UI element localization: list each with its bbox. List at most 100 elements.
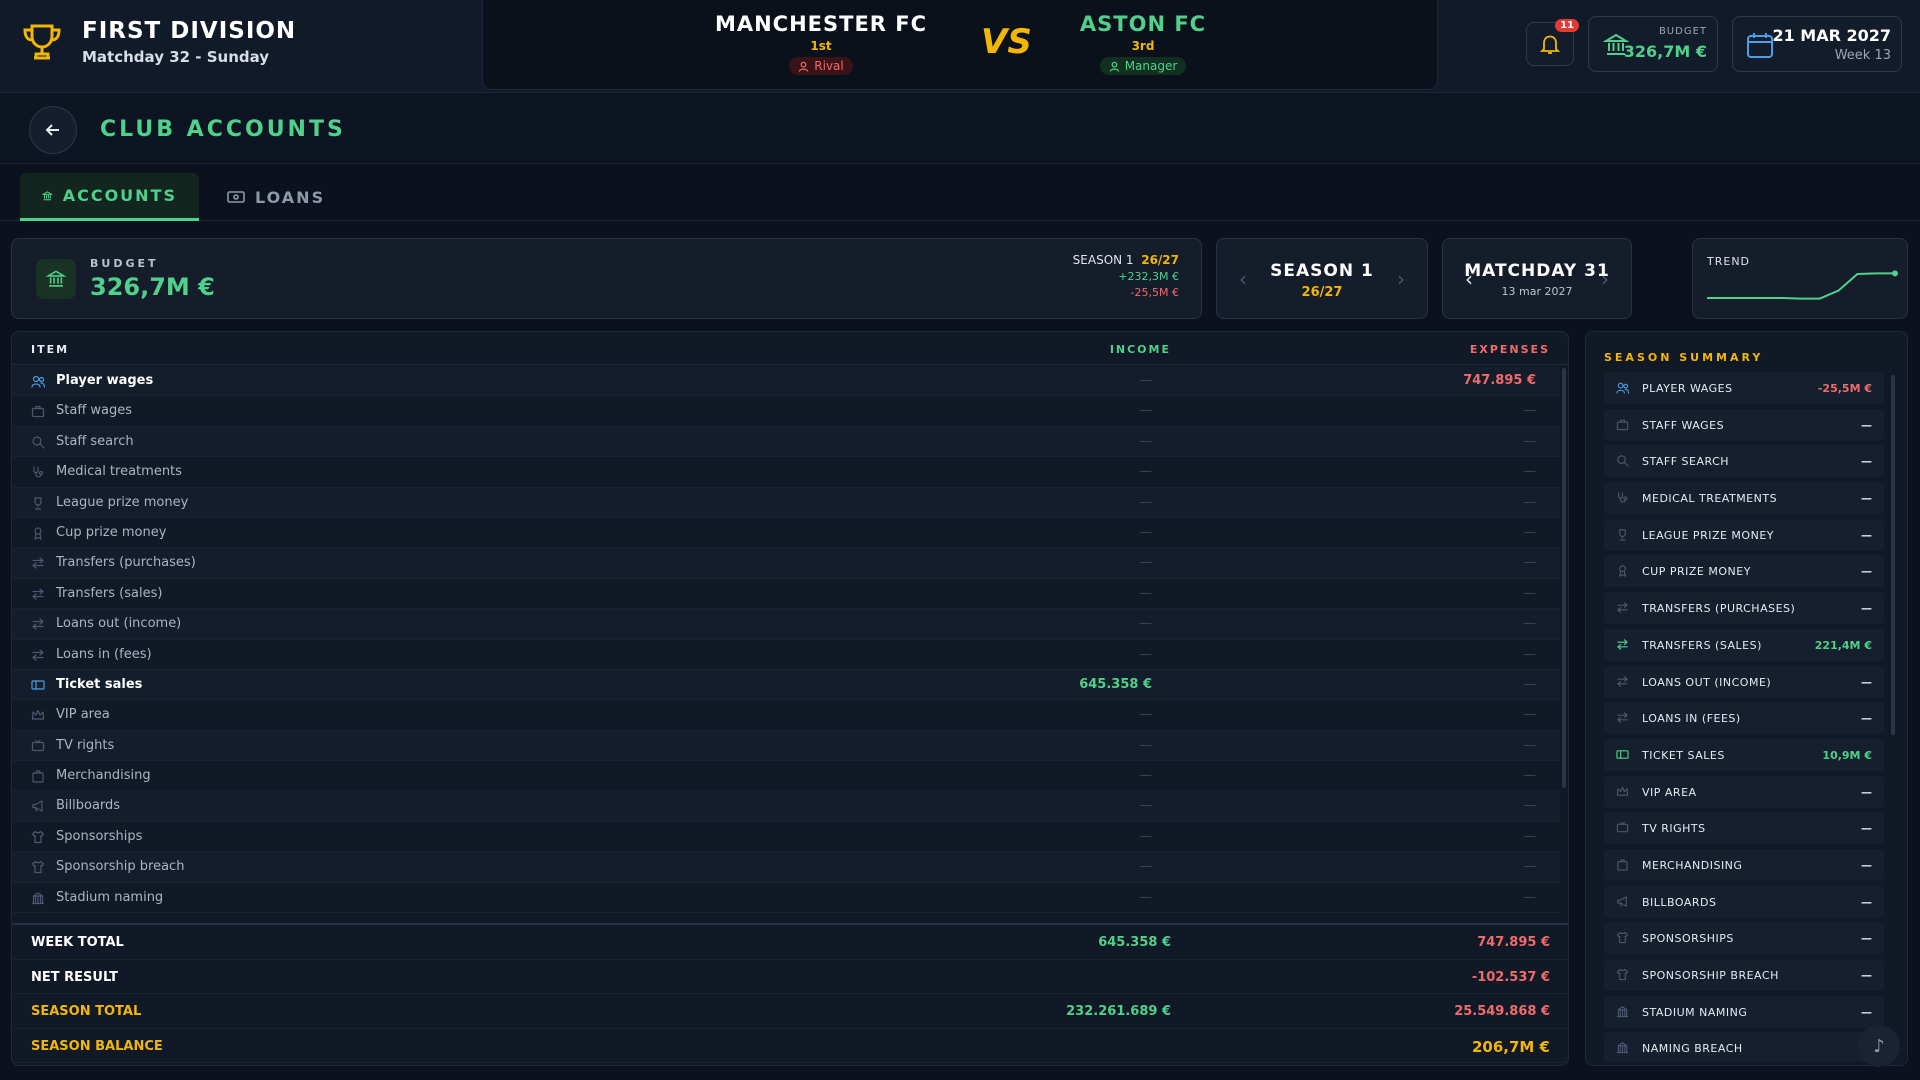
- calendar-button[interactable]: 21 MAR 2027 Week 13: [1732, 16, 1902, 72]
- season-income-total: +232,3M €: [1118, 270, 1179, 283]
- table-row[interactable]: Merchandising — —: [12, 761, 1560, 792]
- trophy-icon: [23, 24, 61, 60]
- top-bar: FIRST DIVISION Matchday 32 - Sunday MANC…: [0, 0, 1920, 93]
- summary-item[interactable]: STAFF SEARCH —: [1604, 445, 1884, 478]
- summary-item[interactable]: MEDICAL TREATMENTS —: [1604, 482, 1884, 515]
- table-row[interactable]: Medical treatments — —: [12, 457, 1560, 488]
- arrows-icon: [1616, 711, 1629, 724]
- music-toggle-button[interactable]: ♪: [1858, 1025, 1900, 1067]
- row-income: —: [1139, 433, 1152, 449]
- summary-item-value: —: [1861, 858, 1872, 872]
- trend-card: TREND: [1692, 238, 1908, 319]
- arrows-icon: [31, 617, 45, 631]
- trophy-icon: [1616, 528, 1629, 541]
- table-row[interactable]: Player wages — 747.895 €: [12, 366, 1560, 397]
- summary-item[interactable]: TICKET SALES 10,9M €: [1604, 738, 1884, 771]
- summary-item[interactable]: SPONSORSHIPS —: [1604, 922, 1884, 955]
- summary-item[interactable]: TV RIGHTS —: [1604, 812, 1884, 845]
- summary-item-value: —: [1861, 455, 1872, 469]
- table-row[interactable]: Loans out (income) — —: [12, 609, 1560, 640]
- table-row[interactable]: Staff search — —: [12, 426, 1560, 458]
- column-expenses: EXPENSES: [1469, 343, 1550, 356]
- table-row[interactable]: Stadium naming — —: [12, 883, 1560, 914]
- header-budget[interactable]: BUDGET 326,7M €: [1588, 16, 1718, 72]
- summary-item[interactable]: LOANS OUT (INCOME) —: [1604, 665, 1884, 698]
- row-expenses: —: [1523, 737, 1536, 753]
- tab-accounts[interactable]: ACCOUNTS: [20, 173, 199, 221]
- summary-item[interactable]: STADIUM NAMING —: [1604, 995, 1884, 1028]
- summary-item[interactable]: MERCHANDISING —: [1604, 848, 1884, 881]
- notifications-button[interactable]: 11: [1526, 19, 1579, 66]
- season-summary-list[interactable]: PLAYER WAGES -25,5M € STAFF WAGES — STAFF SE…: [1604, 372, 1884, 1062]
- summary-item-value: 221,4M €: [1814, 638, 1872, 652]
- summary-item-value: —: [1861, 932, 1872, 946]
- table-body[interactable]: Player wages —747.895 € Staff wages — — Staff…: [12, 366, 1560, 942]
- summary-item[interactable]: TRANSFERS (SALES) 221,4M €: [1604, 628, 1884, 661]
- season-next-button[interactable]: ›: [1397, 267, 1405, 291]
- ticket-icon: [1616, 748, 1629, 761]
- away-team-name: ASTON FC: [1079, 12, 1207, 36]
- bag-icon: [31, 769, 45, 783]
- tab-loans[interactable]: LOANS: [205, 173, 347, 221]
- summary-item[interactable]: STAFF WAGES —: [1604, 408, 1884, 441]
- table-row[interactable]: Transfers (purchases) — —: [12, 548, 1560, 579]
- megaphone-icon: [31, 799, 45, 813]
- footer-income: 232.261.689 €: [1066, 1004, 1171, 1019]
- row-income: —: [1139, 616, 1152, 632]
- summary-item[interactable]: NAMING BREACH—: [1604, 1032, 1884, 1062]
- row-label: Cup prize money: [56, 524, 167, 540]
- summary-item[interactable]: LEAGUE PRIZE MONEY —: [1604, 518, 1884, 551]
- table-row[interactable]: Cup prize money — —: [12, 518, 1560, 549]
- table-row[interactable]: Ticket sales 645.358 € —: [12, 669, 1560, 701]
- summary-item-value: —: [1861, 969, 1872, 982]
- season-summary-title: SEASON SUMMARY: [1604, 351, 1764, 364]
- summary-item-label: TRANSFERS (PURCHASES): [1642, 602, 1796, 616]
- row-income: —: [1139, 373, 1152, 388]
- stadium-icon: [1616, 1041, 1629, 1054]
- summary-item[interactable]: LOANS IN (FEES) —: [1604, 702, 1884, 735]
- summary-item-label: BILLBOARDS: [1642, 895, 1717, 909]
- summary-item-label: TV RIGHTS: [1642, 822, 1706, 836]
- footer-label: WEEK TOTAL: [31, 935, 124, 950]
- table-row[interactable]: Billboards — —: [12, 791, 1560, 822]
- table-row[interactable]: TV rights — —: [12, 730, 1560, 762]
- table-row[interactable]: Sponsorship breach — —: [12, 852, 1560, 883]
- music-note-icon: ♪: [1873, 1035, 1885, 1057]
- matchday-next-button[interactable]: ›: [1601, 267, 1609, 291]
- row-label: Billboards: [56, 798, 121, 814]
- row-expenses: —: [1523, 768, 1536, 784]
- header-budget-label: BUDGET: [1658, 26, 1707, 37]
- summary-scrollbar[interactable]: [1891, 375, 1895, 735]
- bank-icon: [46, 270, 66, 287]
- summary-item-value: —: [1861, 492, 1872, 506]
- summary-item[interactable]: SPONSORSHIP BREACH —: [1604, 959, 1884, 991]
- row-expenses: —: [1523, 859, 1536, 875]
- user-icon: [799, 61, 809, 72]
- row-label: Stadium naming: [56, 889, 164, 905]
- tv-icon: [1616, 821, 1629, 834]
- table-row[interactable]: VIP area — —: [12, 700, 1560, 731]
- table-scrollbar[interactable]: [1562, 368, 1566, 788]
- summary-item[interactable]: PLAYER WAGES -25,5M €: [1604, 372, 1884, 404]
- arrows-icon: [31, 648, 45, 662]
- table-row[interactable]: League prize money — —: [12, 487, 1560, 518]
- next-match-panel[interactable]: MANCHESTER FC 1st Rival VS ASTON FC 3rd …: [482, 0, 1438, 90]
- summary-item[interactable]: TRANSFERS (PURCHASES) —: [1604, 592, 1884, 625]
- shirt-icon: [1616, 931, 1629, 944]
- summary-item[interactable]: CUP PRIZE MONEY —: [1604, 555, 1884, 588]
- season-prev-button[interactable]: ‹: [1239, 267, 1247, 291]
- table-row[interactable]: Transfers (sales) — —: [12, 579, 1560, 610]
- row-label: Staff search: [56, 433, 134, 449]
- back-button[interactable]: [29, 106, 77, 154]
- summary-item-value: —: [1861, 675, 1872, 689]
- table-row[interactable]: Staff wages — —: [12, 396, 1560, 427]
- summary-item[interactable]: VIP AREA —: [1604, 775, 1884, 808]
- table-row[interactable]: Loans in (fees) — —: [12, 640, 1560, 670]
- summary-item-label: LOANS OUT (INCOME): [1642, 675, 1772, 689]
- table-row[interactable]: Sponsorships — —: [12, 822, 1560, 853]
- summary-item-label: LOANS IN (FEES): [1642, 712, 1741, 726]
- footer-expenses: 25.549.868 €: [1454, 1004, 1550, 1019]
- matchday-prev-button[interactable]: ‹: [1465, 267, 1473, 291]
- summary-item[interactable]: BILLBOARDS —: [1604, 885, 1884, 918]
- row-expenses: —: [1523, 524, 1536, 540]
